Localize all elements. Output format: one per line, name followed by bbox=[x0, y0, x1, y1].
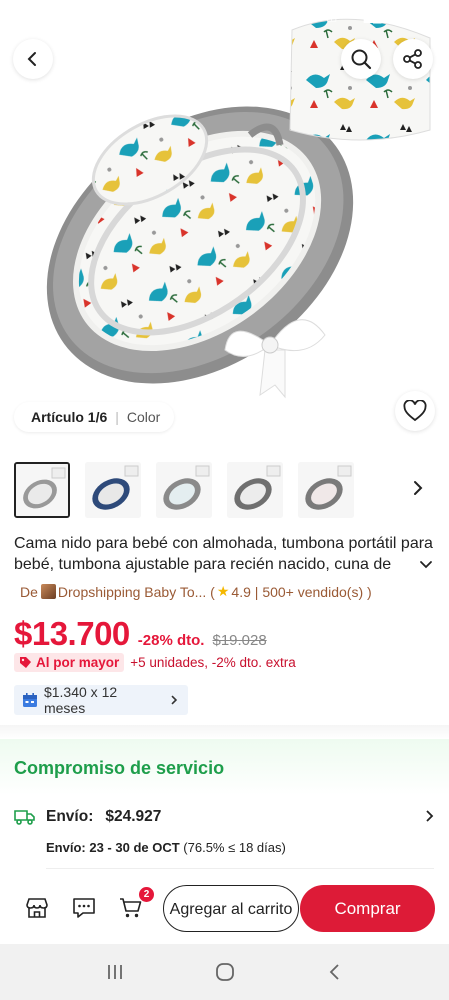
gallery-counter[interactable]: Artículo 1/6 | Color bbox=[14, 402, 175, 432]
seller-prefix: De bbox=[20, 583, 38, 600]
buy-now-button[interactable]: Comprar bbox=[300, 885, 435, 932]
recents-icon[interactable] bbox=[105, 963, 125, 981]
discount-badge: -28% dto. bbox=[137, 632, 205, 649]
chevron-right-icon[interactable] bbox=[424, 809, 436, 823]
chevron-down-icon[interactable] bbox=[418, 556, 434, 572]
thumbnail-strip bbox=[14, 462, 434, 520]
delivery-estimate: Envío: 23 - 30 de OCT (76.5% ≤ 18 días) bbox=[46, 840, 286, 855]
wholesale-tag: Al por mayor bbox=[14, 653, 125, 672]
divider bbox=[46, 868, 434, 869]
shipping-row[interactable]: Envío: $24.927 bbox=[14, 808, 161, 826]
section-divider bbox=[0, 725, 449, 739]
seller-rating: 4.9 bbox=[231, 583, 251, 600]
mute-icon: ◫ bbox=[325, 9, 338, 23]
battery-icon: 75 bbox=[398, 8, 425, 24]
signal-icon: ▂▄▆ bbox=[363, 9, 391, 23]
share-button[interactable] bbox=[393, 39, 433, 79]
thumbnail-1[interactable] bbox=[14, 462, 70, 518]
thumbnail-4[interactable] bbox=[227, 462, 283, 518]
system-nav-bar bbox=[0, 944, 449, 1000]
home-icon[interactable] bbox=[214, 961, 236, 983]
product-image bbox=[46, 18, 431, 399]
truck-icon bbox=[14, 810, 35, 825]
thumbnail-5[interactable] bbox=[298, 462, 354, 518]
thumbnail-3[interactable] bbox=[156, 462, 212, 518]
star-icon: ★ bbox=[216, 583, 230, 599]
seller-name: Dropshipping Baby To... bbox=[57, 583, 207, 600]
original-price: $19.028 bbox=[212, 632, 267, 649]
product-title: Cama nido para bebé con almohada, tumbon… bbox=[14, 535, 433, 573]
current-price: $13.700 bbox=[14, 615, 130, 652]
store-icon[interactable] bbox=[25, 897, 49, 919]
tag-icon bbox=[20, 657, 31, 668]
delivery-dates: 23 - 30 de OCT bbox=[89, 840, 180, 855]
calendar-icon bbox=[22, 693, 37, 707]
wishlist-button[interactable] bbox=[395, 391, 435, 431]
status-time: 07:19 bbox=[26, 7, 64, 25]
wholesale-label: Al por mayor bbox=[36, 655, 120, 670]
cloud-icon: ☁ bbox=[71, 9, 84, 23]
wifi-icon: ◠ bbox=[345, 9, 356, 23]
wholesale-text: +5 unidades, -2% dto. extra bbox=[130, 655, 296, 670]
back-nav-icon[interactable] bbox=[326, 962, 344, 982]
shipping-cost: $24.927 bbox=[105, 808, 162, 825]
back-button[interactable] bbox=[13, 39, 53, 79]
cart-icon[interactable] bbox=[119, 897, 143, 919]
seller-avatar bbox=[40, 584, 56, 599]
seller-paren-close: ) bbox=[363, 583, 372, 600]
shipping-label: Envío: bbox=[46, 808, 94, 825]
add-to-cart-button[interactable]: Agregar al carrito bbox=[163, 885, 299, 932]
seller-row[interactable]: De Dropshipping Baby To... ( ★ 4.9 | 500… bbox=[20, 583, 372, 600]
chevron-right-icon bbox=[171, 695, 178, 705]
delivery-note: (76.5% ≤ 18 días) bbox=[183, 840, 286, 855]
seller-sold: 500+ vendido(s) bbox=[262, 583, 364, 600]
installments-button[interactable]: $1.340 x 12 meses bbox=[14, 684, 188, 716]
status-bar: 07:19 ☁ ● ◫ ◠ ▂▄▆ 75 bbox=[0, 0, 449, 32]
service-title: Compromiso de servicio bbox=[14, 758, 225, 778]
thumbnail-2[interactable] bbox=[85, 462, 141, 518]
inset-pillow bbox=[289, 18, 431, 141]
price-row: $13.700 -28% dto. $19.028 bbox=[14, 615, 267, 653]
search-button[interactable] bbox=[341, 39, 381, 79]
installments-text: $1.340 x 12 meses bbox=[43, 684, 118, 716]
cart-count-badge: 2 bbox=[139, 887, 154, 902]
chat-icon[interactable] bbox=[72, 897, 96, 919]
article-counter: Artículo 1/6 bbox=[31, 409, 108, 425]
chevron-right-icon[interactable] bbox=[408, 478, 428, 498]
pill-divider: | bbox=[115, 409, 119, 425]
seller-paren-open: ( bbox=[206, 583, 215, 600]
delivery-label: Envío: bbox=[46, 840, 86, 855]
wholesale-row: Al por mayor +5 unidades, -2% dto. extra bbox=[14, 653, 296, 672]
product-image-gallery[interactable] bbox=[0, 0, 449, 447]
color-label: Color bbox=[126, 409, 161, 425]
seller-sep: | bbox=[250, 583, 263, 600]
share-icon bbox=[403, 49, 422, 69]
search-icon bbox=[351, 49, 372, 70]
chat-icon: ● bbox=[91, 9, 99, 23]
heart-icon bbox=[403, 400, 427, 422]
chevron-left-icon bbox=[27, 52, 36, 66]
